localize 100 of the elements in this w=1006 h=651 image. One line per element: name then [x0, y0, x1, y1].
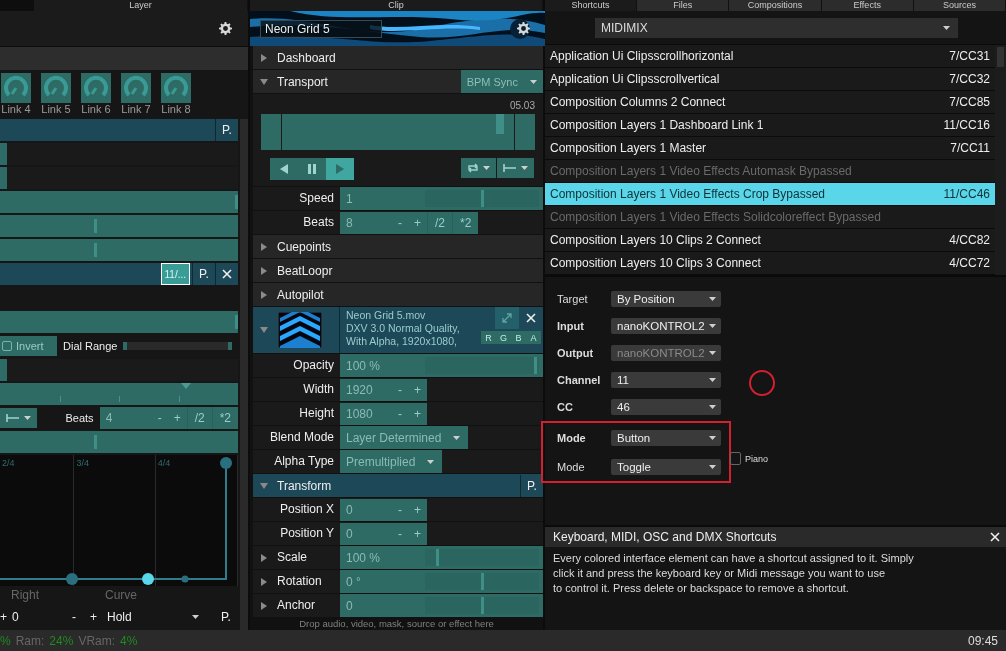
- browser-tab[interactable]: Compositions: [729, 0, 822, 11]
- collapse-arrow-icon[interactable]: [260, 481, 268, 490]
- parameter-bar[interactable]: P.: [0, 119, 238, 141]
- piano-checkbox[interactable]: Piano: [730, 452, 769, 465]
- playhead[interactable]: [496, 114, 505, 134]
- shortcut-row[interactable]: Composition Layers 1 Dashboard Link 1 11/CC16: [545, 114, 995, 137]
- close-icon[interactable]: [526, 313, 536, 323]
- slider-handle[interactable]: [533, 357, 537, 374]
- preset-dropdown[interactable]: MIDIMIX: [595, 17, 958, 38]
- parameter-bar[interactable]: 11/... P.: [0, 263, 238, 285]
- field-value: 1080: [345, 406, 374, 421]
- expand-arrow-icon[interactable]: [260, 53, 268, 62]
- beats-field[interactable]: 8 - + /2 *2: [340, 211, 479, 234]
- slider-handle[interactable]: [235, 315, 238, 329]
- section-title: Dashboard: [277, 50, 336, 65]
- slider-track[interactable]: [0, 143, 238, 165]
- browser-tab[interactable]: Shortcuts: [545, 0, 638, 11]
- slider-handle[interactable]: [94, 219, 97, 233]
- expand-arrow-icon[interactable]: [260, 266, 268, 275]
- slider[interactable]: [0, 191, 238, 213]
- slider-handle[interactable]: [94, 243, 97, 257]
- collapse-arrow-icon[interactable]: [260, 77, 268, 86]
- number-field[interactable]: 1080 - +: [340, 402, 427, 425]
- setting-dropdown[interactable]: 46: [611, 398, 721, 415]
- shortcut-row[interactable]: Composition Layers 1 Video Effects Crop Bypassed 11/CC46: [545, 183, 995, 206]
- panel-tab[interactable]: Layer: [34, 0, 248, 11]
- beat-label: 4/4: [157, 458, 171, 468]
- section-header[interactable]: Cuepoints: [253, 235, 543, 258]
- knob-icon[interactable]: [81, 73, 111, 103]
- number-field[interactable]: 1920 - +: [340, 378, 427, 401]
- slider[interactable]: [0, 311, 238, 333]
- step-button[interactable]: +: [90, 610, 107, 624]
- number-field[interactable]: 0 - +: [340, 522, 427, 545]
- step-button[interactable]: +: [0, 610, 12, 624]
- slider-handle[interactable]: [94, 435, 97, 449]
- section-header[interactable]: BeatLoopr: [253, 259, 543, 282]
- expand-arrow-icon[interactable]: [260, 242, 268, 251]
- knob-icon[interactable]: [41, 73, 71, 103]
- invert-checkbox[interactable]: Invert: [0, 336, 57, 356]
- shortcut-row[interactable]: Composition Layers 10 Clips 2 Connect 4/CC82: [545, 229, 995, 252]
- caret-icon: [483, 166, 490, 170]
- expand-arrow-icon[interactable]: [260, 601, 268, 610]
- shortcut-row[interactable]: Composition Layers 10 Clips 3 Connect 4/CC72: [545, 252, 995, 275]
- browser-tab[interactable]: Sources: [913, 0, 1006, 11]
- section-header[interactable]: Autopilot: [253, 283, 543, 306]
- beats-field[interactable]: 4 - + /2 *2: [99, 407, 238, 429]
- slider[interactable]: [0, 239, 238, 261]
- setting-dropdown[interactable]: 11: [611, 371, 721, 388]
- browser-tab[interactable]: Effects: [821, 0, 914, 11]
- setting-dropdown[interactable]: nanoKONTROL2: [611, 317, 721, 334]
- in-point-handle[interactable]: [261, 114, 281, 150]
- parameter-button[interactable]: P.: [214, 606, 238, 628]
- scrollbar[interactable]: [240, 119, 248, 630]
- loop-mode-dropdown[interactable]: [461, 158, 496, 178]
- knob-icon[interactable]: [1, 73, 31, 103]
- slider-handle[interactable]: [480, 573, 484, 590]
- settings-icon[interactable]: [219, 22, 232, 35]
- number-field[interactable]: 0 - +: [340, 498, 427, 521]
- panel-tab[interactable]: Clip: [250, 0, 543, 11]
- knob-icon[interactable]: [161, 73, 191, 103]
- knob-label: Link 4: [1, 103, 31, 115]
- close-icon[interactable]: [990, 532, 1000, 542]
- knob-icon[interactable]: [121, 73, 151, 103]
- play-button[interactable]: [326, 158, 354, 180]
- slider-handle[interactable]: [480, 597, 484, 614]
- setting-dropdown[interactable]: Toggle: [611, 458, 721, 475]
- slider[interactable]: [0, 431, 238, 453]
- section-header[interactable]: Transform P.: [253, 474, 543, 497]
- slider-track[interactable]: [0, 359, 238, 381]
- shortcut-row[interactable]: Composition Columns 2 Connect 7/CC85: [545, 91, 995, 114]
- section-header[interactable]: Dashboard: [253, 46, 543, 69]
- slider-handle[interactable]: [480, 190, 484, 207]
- slider-handle[interactable]: [235, 195, 238, 209]
- curve-value[interactable]: Hold: [107, 610, 192, 624]
- setting-dropdown[interactable]: By Position: [611, 290, 721, 307]
- end-mode-dropdown[interactable]: [0, 408, 37, 428]
- section-header[interactable]: Transport BPM Sync: [253, 70, 543, 93]
- expand-arrow-icon[interactable]: [260, 553, 268, 562]
- slider-handle[interactable]: [436, 549, 440, 566]
- shortcut-row[interactable]: Composition Layers 1 Master 7/CC11: [545, 137, 995, 160]
- back-button[interactable]: [270, 158, 298, 180]
- section-title: Autopilot: [277, 287, 324, 302]
- close-icon[interactable]: [222, 269, 232, 279]
- expand-arrow-icon[interactable]: [260, 290, 268, 299]
- pause-button[interactable]: [298, 158, 326, 180]
- expand-arrow-icon[interactable]: [260, 577, 268, 586]
- slider[interactable]: [0, 215, 238, 237]
- step-button[interactable]: -: [72, 610, 90, 624]
- shortcut-row[interactable]: Application Ui Clipsscrollhorizontal 7/CC31: [545, 45, 995, 68]
- time-readout: 05.03: [509, 100, 535, 112]
- collapse-arrow-icon[interactable]: [260, 326, 268, 334]
- slider-track[interactable]: [0, 167, 238, 189]
- setting-dropdown[interactable]: Button: [611, 429, 721, 446]
- scrollbar[interactable]: [995, 45, 1006, 275]
- shortcut-row[interactable]: Application Ui Clipsscrollvertical 7/CC32: [545, 68, 995, 91]
- out-point-handle[interactable]: [515, 114, 535, 150]
- marker-icon[interactable]: [180, 383, 191, 389]
- end-mode-dropdown[interactable]: [497, 158, 534, 178]
- settings-icon[interactable]: [517, 22, 530, 35]
- browser-tab[interactable]: Files: [637, 0, 730, 11]
